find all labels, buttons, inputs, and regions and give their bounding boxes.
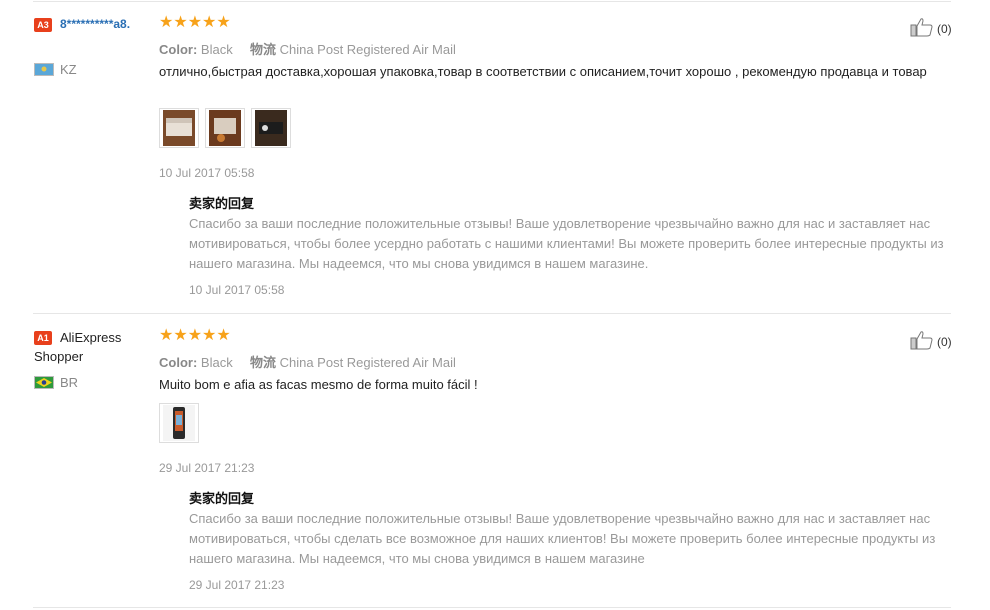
color-label: Color: [159,42,198,57]
buyer-name[interactable]: AliExpress Shopper [34,328,146,366]
review-photo-thumbnail[interactable] [159,108,199,148]
review-photo-thumbnail[interactable] [159,403,199,443]
star-rating: ★★★★★ [159,14,231,31]
seller-reply-date: 10 Jul 2017 05:58 [189,283,285,297]
thumbs-up-icon [910,17,934,40]
buyer-country: BR [34,375,78,390]
review-attributes: Color: Black 物流 China Post Registered Ai… [159,352,456,371]
divider-top [33,1,951,2]
kz-flag-icon [34,63,54,76]
color-label: Color: [159,355,198,370]
helpful-button[interactable]: (0) [910,17,952,40]
helpful-count: (0) [937,21,952,36]
shipping-value: China Post Registered Air Mail [279,355,456,370]
color-value: Black [200,42,233,57]
review-attributes: Color: Black 物流 China Post Registered Ai… [159,39,456,58]
seller-reply-title: 卖家的回复 [189,491,255,506]
country-code: KZ [60,62,77,77]
buyer-country: KZ [34,62,77,77]
review-photos [159,403,199,443]
divider-bottom [33,607,951,608]
thumbs-up-icon [910,330,934,353]
seller-reply-text: Спасибо за ваши последние положительные … [189,216,944,271]
review-text: отлично,быстрая доставка,хорошая упаковк… [159,64,927,79]
seller-reply-title: 卖家的回复 [189,196,255,211]
star-rating: ★★★★★ [159,327,231,344]
seller-reply-date: 29 Jul 2017 21:23 [189,578,285,592]
helpful-button[interactable]: (0) [910,330,952,353]
shipping-label: 物流 [249,355,276,370]
color-value: Black [200,355,233,370]
divider [33,313,951,314]
shipping-label: 物流 [249,42,276,57]
review-text: Muito bom e afia as facas mesmo de forma… [159,377,478,392]
review-date: 29 Jul 2017 21:23 [159,461,255,475]
review-photo-thumbnail[interactable] [251,108,291,148]
buyer-name[interactable]: 8**********a8. [34,15,146,34]
review-date: 10 Jul 2017 05:58 [159,166,255,180]
br-flag-icon [34,376,54,389]
seller-reply-text: Спасибо за ваши последние положительные … [189,511,936,566]
review-photo-thumbnail[interactable] [205,108,245,148]
review-photos [159,108,291,148]
country-code: BR [60,375,79,390]
shipping-value: China Post Registered Air Mail [279,42,456,57]
helpful-count: (0) [937,334,952,349]
